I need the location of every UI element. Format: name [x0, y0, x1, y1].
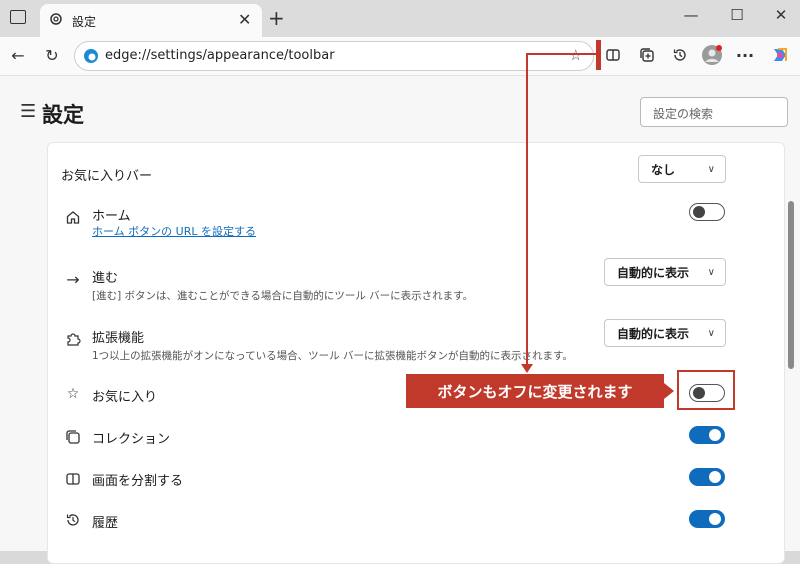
annotation-highlight-box: [677, 370, 735, 410]
settings-page: ☰ 設定 設定の検索 お気に入りバー なし ∨ ホーム ホーム ボタンの URL …: [0, 75, 800, 564]
history-toggle[interactable]: [689, 510, 725, 528]
forward-value: 自動的に表示: [617, 265, 690, 280]
extensions-dropdown[interactable]: 自動的に表示 ∨: [604, 319, 726, 347]
extensions-label: 拡張機能: [92, 331, 145, 346]
home-toggle[interactable]: [689, 203, 725, 221]
forward-arrow-icon: →: [66, 270, 80, 289]
forward-label: 進む: [92, 271, 119, 286]
annotation-callout: ボタンもオフに変更されます: [406, 374, 664, 408]
home-label: ホーム: [92, 209, 131, 224]
extensions-description: 1つ以上の拡張機能がオンになっている場合、ツール バーに拡張機能ボタンが自動的に…: [92, 350, 573, 362]
favorites-bar-label: お気に入りバー: [61, 169, 153, 184]
settings-search-input[interactable]: 設定の検索: [640, 97, 788, 127]
window-close-button[interactable]: ✕: [766, 6, 796, 24]
maximize-button[interactable]: ☐: [722, 6, 752, 24]
edge-logo-icon: [84, 49, 98, 63]
browser-toolbar: ← ↻ edge://settings/appearance/toolbar ☆…: [0, 37, 800, 75]
chevron-down-icon: ∨: [707, 163, 715, 175]
collections-icon[interactable]: [635, 43, 659, 67]
url-text: edge://settings/appearance/toolbar: [105, 48, 335, 63]
toolbar-settings-card: お気に入りバー なし ∨ ホーム ホーム ボタンの URL を設定する → 進む …: [47, 142, 785, 564]
copilot-icon[interactable]: [768, 43, 792, 67]
favorites-star-icon: ☆: [66, 386, 80, 402]
collections-row-icon: [64, 429, 82, 449]
profile-avatar-icon[interactable]: [700, 43, 724, 67]
split-screen-label: 画面を分割する: [92, 474, 184, 489]
back-icon[interactable]: ←: [6, 43, 30, 67]
split-screen-row-icon: [64, 471, 82, 491]
split-screen-toggle[interactable]: [689, 468, 725, 486]
annotation-connector-vertical: [526, 53, 528, 366]
refresh-icon[interactable]: ↻: [40, 43, 64, 67]
page-title: 設定: [42, 103, 84, 127]
more-menu-icon[interactable]: ···: [733, 43, 757, 67]
annotation-toolbar-marker: [596, 40, 601, 70]
annotation-arrow-down: [521, 364, 533, 373]
scrollbar-thumb[interactable]: [788, 201, 794, 369]
minimize-button[interactable]: —: [676, 6, 706, 24]
annotation-connector-horizontal: [526, 53, 598, 55]
puzzle-piece-icon: [64, 331, 82, 351]
favorites-bar-value: なし: [651, 162, 676, 177]
history-label: 履歴: [92, 516, 119, 531]
home-icon: [64, 209, 82, 229]
forward-dropdown[interactable]: 自動的に表示 ∨: [604, 258, 726, 286]
favorites-label: お気に入り: [92, 390, 158, 405]
chevron-down-icon: ∨: [707, 327, 715, 339]
hamburger-menu-icon[interactable]: ☰: [20, 101, 36, 122]
history-row-icon: [64, 512, 82, 532]
address-bar[interactable]: edge://settings/appearance/toolbar ☆: [74, 41, 594, 71]
new-tab-button[interactable]: +: [268, 6, 285, 30]
split-screen-icon[interactable]: [601, 43, 625, 67]
favorite-star-icon[interactable]: ☆: [569, 46, 582, 64]
browser-tab[interactable]: 設定 ✕: [40, 4, 262, 38]
gear-icon: [50, 13, 62, 25]
forward-description: [進む] ボタンは、進むことができる場合に自動的にツール バーに表示されます。: [92, 290, 474, 302]
tab-close-icon[interactable]: ✕: [238, 10, 251, 29]
tab-title: 設定: [72, 15, 97, 29]
collections-label: コレクション: [92, 432, 171, 447]
tab-actions-icon[interactable]: [10, 10, 26, 24]
search-placeholder: 設定の検索: [653, 107, 714, 121]
collections-toggle[interactable]: [689, 426, 725, 444]
annotation-callout-arrow: [664, 383, 674, 399]
chevron-down-icon: ∨: [707, 266, 715, 278]
favorites-bar-dropdown[interactable]: なし ∨: [638, 155, 726, 183]
title-bar: 設定 ✕ + — ☐ ✕: [0, 0, 800, 38]
home-url-link[interactable]: ホーム ボタンの URL を設定する: [92, 223, 256, 239]
extensions-value: 自動的に表示: [617, 326, 690, 341]
history-icon[interactable]: [668, 43, 692, 67]
